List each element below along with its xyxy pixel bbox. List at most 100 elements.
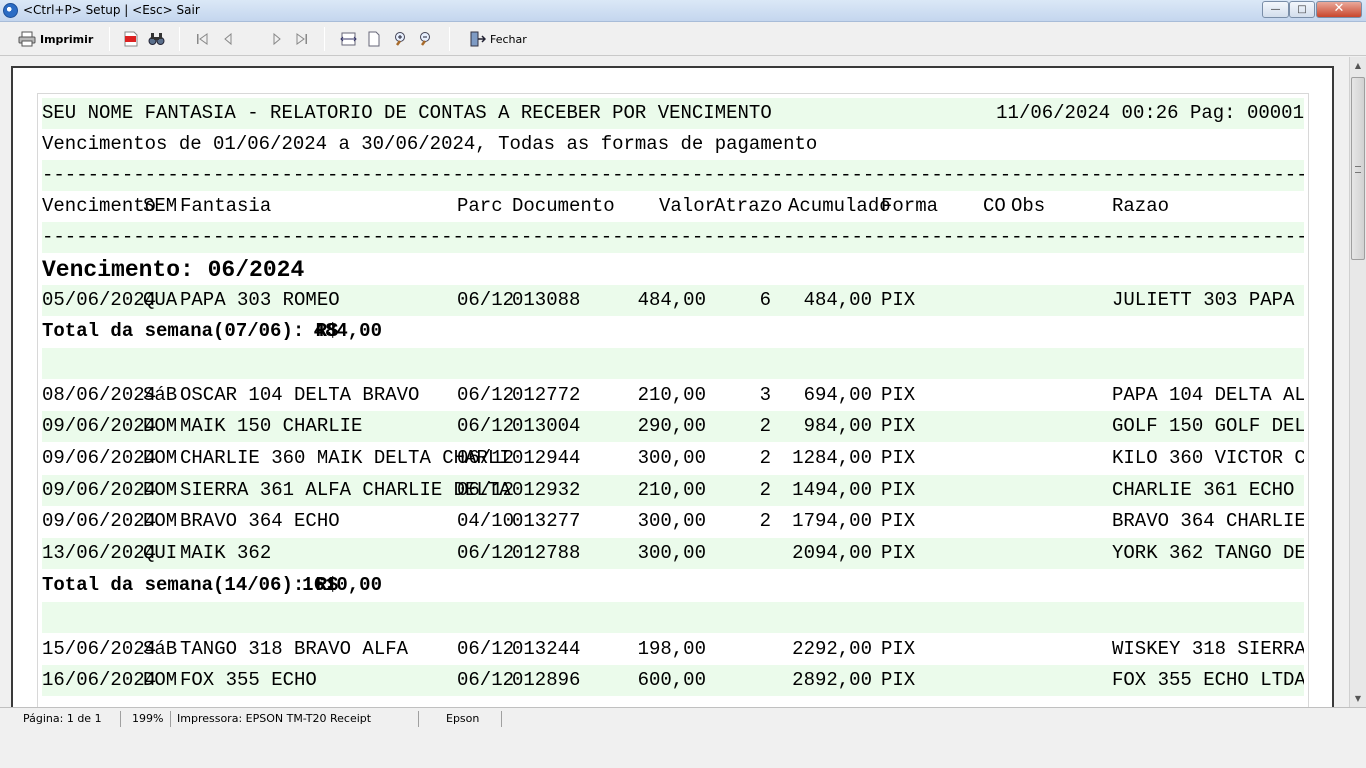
cell-parc: 06/12: [457, 638, 515, 660]
separator-row: ----------------------------------------…: [42, 160, 1304, 191]
cell-atrazo: 2: [759, 510, 771, 532]
bottom-area: [0, 729, 1366, 768]
cell-parc: 06/12: [457, 542, 515, 564]
cell-documento: 012932: [512, 479, 581, 501]
cell-parc: 06/12: [457, 669, 515, 691]
cell-acumulado: 984,00: [803, 415, 872, 437]
cell-valor: 210,00: [637, 384, 706, 406]
previous-page-icon: [224, 32, 232, 46]
zoom-out-icon: [420, 32, 430, 46]
status-page: Página: 1 de 1: [19, 711, 121, 727]
cell-razao: BRAVO 364 CHARLIE D: [1112, 510, 1304, 532]
col-sem: SEM: [143, 195, 178, 217]
cell-fantasia: MAIK 362: [180, 542, 272, 564]
cell-valor: 484,00: [637, 289, 706, 311]
cell-vencimento: 15/06/2024: [42, 638, 157, 660]
cell-vencimento: 09/06/2024: [42, 415, 157, 437]
cell-forma: PIX: [881, 638, 916, 660]
dash-separator: ----------------------------------------…: [42, 164, 1304, 186]
zoom-in-button[interactable]: [390, 28, 407, 50]
table-row: 13/06/2024 QUI MAIK 362 06/12 012788 300,00 20…: [42, 538, 1304, 569]
zoom-in-icon: [395, 32, 405, 46]
cell-valor: 300,00: [637, 510, 706, 532]
cell-fantasia: BRAVO 364 ECHO: [180, 510, 340, 532]
cell-parc: 04/10: [457, 510, 515, 532]
previous-page-button[interactable]: [221, 28, 235, 50]
first-page-button[interactable]: [195, 28, 209, 50]
scroll-thumb[interactable]: [1351, 77, 1365, 260]
cell-parc: 06/12: [457, 447, 515, 469]
cell-forma: PIX: [881, 384, 916, 406]
weekly-total-value: 484,00: [313, 320, 382, 342]
vertical-scrollbar[interactable]: ▲ ▼: [1349, 57, 1366, 707]
cell-fantasia: MAIK 150 CHARLIE: [180, 415, 363, 437]
dash-separator: ----------------------------------------…: [42, 226, 1304, 248]
zoom-out-button[interactable]: [415, 28, 432, 50]
cell-forma: PIX: [881, 479, 916, 501]
cell-fantasia: FOX 355 ECHO: [180, 669, 317, 691]
find-button[interactable]: [148, 28, 165, 50]
whole-page-button[interactable]: [367, 28, 381, 50]
window-title: <Ctrl+P> Setup | <Esc> Sair: [23, 3, 200, 17]
cell-sem: QUA: [143, 289, 178, 311]
exit-door-icon: [470, 31, 486, 47]
cell-vencimento: 09/06/2024: [42, 447, 157, 469]
last-page-icon: [296, 33, 307, 45]
whole-page-icon: [368, 31, 380, 47]
next-page-button[interactable]: [270, 28, 284, 50]
scroll-down-icon[interactable]: ▼: [1350, 690, 1366, 707]
scroll-up-icon[interactable]: ▲: [1350, 57, 1366, 74]
status-printer: Impressora: EPSON TM-T20 Receipt: [173, 711, 419, 727]
cell-vencimento: 09/06/2024: [42, 510, 157, 532]
col-co: CO: [983, 195, 1006, 217]
print-label: Imprimir: [40, 32, 94, 46]
cell-vencimento: 13/06/2024: [42, 542, 157, 564]
col-documento: Documento: [512, 195, 615, 217]
cell-sem: SáB: [143, 384, 178, 406]
cell-atrazo: 2: [759, 447, 771, 469]
report-subtitle-row: Vencimentos de 01/06/2024 a 30/06/2024, …: [42, 129, 1304, 160]
cell-razao: YORK 362 TANGO DELT: [1112, 542, 1304, 564]
col-razao: Razao: [1112, 195, 1170, 217]
cell-razao: GOLF 150 GOLF DELTA: [1112, 415, 1304, 437]
cell-documento: 012944: [512, 447, 581, 469]
cell-documento: 013277: [512, 510, 581, 532]
pdf-button[interactable]: [123, 28, 139, 50]
last-page-button[interactable]: [295, 28, 309, 50]
cell-forma: PIX: [881, 415, 916, 437]
title-bar: <Ctrl+P> Setup | <Esc> Sair — □ ✕: [0, 0, 1366, 22]
cell-sem: QUI: [143, 542, 178, 564]
weekly-total-row: Total da semana(14/06): R$ 1610,00: [42, 570, 1304, 601]
cell-forma: PIX: [881, 542, 916, 564]
pdf-icon: [124, 31, 138, 47]
weekly-total-label: Total da semana(14/06): R$: [42, 574, 339, 596]
cell-razao: WISKEY 318 SIERRA S: [1112, 638, 1304, 660]
table-row: 09/06/2024 DOM SIERRA 361 ALFA CHARLIE DEL…: [42, 475, 1304, 506]
cell-parc: 06/12: [457, 415, 515, 437]
cell-forma: PIX: [881, 447, 916, 469]
cell-acumulado: 1794,00: [792, 510, 872, 532]
close-window-button[interactable]: ✕: [1316, 1, 1362, 18]
cell-parc: 06/12: [457, 384, 515, 406]
cell-documento: 013088: [512, 289, 581, 311]
col-atrazo: Atrazo: [714, 195, 783, 217]
separator-row: ----------------------------------------…: [42, 222, 1304, 253]
cell-vencimento: 09/06/2024: [42, 479, 157, 501]
cell-fantasia: OSCAR 104 DELTA BRAVO: [180, 384, 420, 406]
close-preview-button[interactable]: Fechar: [469, 28, 527, 50]
col-obs: Obs: [1011, 195, 1046, 217]
table-row: 09/06/2024 DOM CHARLIE 360 MAIK DELTA CHAR…: [42, 443, 1304, 474]
close-label: Fechar: [490, 32, 527, 46]
blank-row: [42, 602, 1304, 633]
report-date-page: 11/06/2024 00:26 Pag: 00001: [996, 102, 1304, 124]
minimize-button[interactable]: —: [1262, 1, 1289, 18]
maximize-button[interactable]: □: [1289, 1, 1315, 18]
cell-acumulado: 2292,00: [792, 638, 872, 660]
col-parc: Parc: [457, 195, 503, 217]
cell-acumulado: 2094,00: [792, 542, 872, 564]
status-bar: Página: 1 de 1 199% Impressora: EPSON TM…: [0, 707, 1366, 729]
table-row: 09/06/2024 DOM BRAVO 364 ECHO 04/10 013277 30…: [42, 506, 1304, 537]
page-width-button[interactable]: [340, 28, 357, 50]
section-title-row: Vencimento: 06/2024: [42, 253, 1304, 285]
print-button[interactable]: Imprimir: [18, 28, 93, 50]
